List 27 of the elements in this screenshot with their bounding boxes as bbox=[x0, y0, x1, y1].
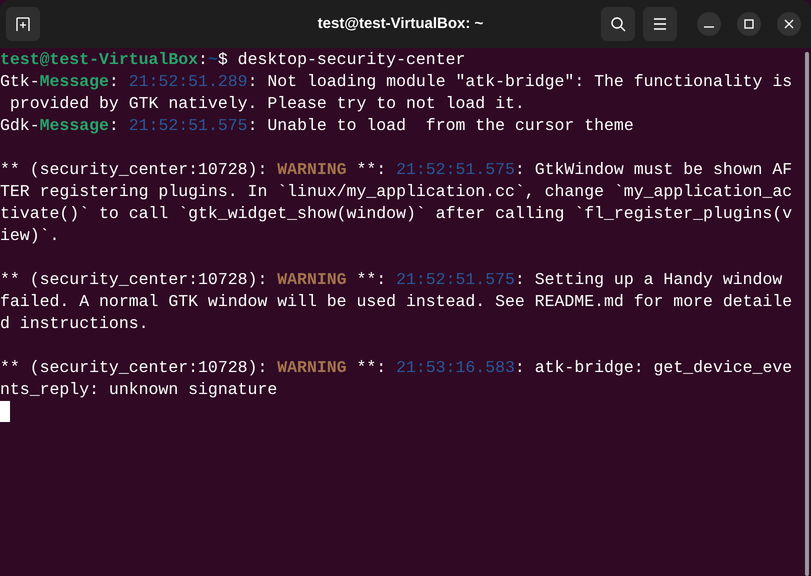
terminal-line: Gtk-Message: 21:52:51.289: Not loading module "atk-bridge": The functionality is bbox=[0, 72, 792, 91]
minimize-button[interactable] bbox=[697, 12, 721, 36]
maximize-icon bbox=[744, 19, 754, 29]
terminal-line: tivate()` to call `gtk_widget_show(window)` after calling `fl_register_plugins(v bbox=[0, 204, 792, 223]
menu-icon bbox=[653, 18, 667, 30]
search-button[interactable] bbox=[601, 7, 635, 41]
terminal-line: ** (security_center:10728): WARNING **: 21:52:51.575: Setting up a Handy window bbox=[0, 270, 782, 289]
terminal-line: TER registering plugins. In `linux/my_application.cc`, change `my_application_ac bbox=[0, 182, 792, 201]
new-tab-icon bbox=[15, 16, 31, 32]
close-button[interactable] bbox=[777, 12, 801, 36]
window-title: test@test-VirtualBox: ~ bbox=[318, 14, 484, 34]
terminal-line: failed. A normal GTK window will be used instead. See README.md for more detaile bbox=[0, 292, 792, 311]
terminal-line: Gdk-Message: 21:52:51.575: Unable to load from the cursor theme bbox=[0, 116, 634, 135]
terminal-line: test@test-VirtualBox:~$ desktop-security-center bbox=[0, 50, 466, 69]
minimize-icon bbox=[704, 26, 714, 28]
terminal-line: nts_reply: unknown signature bbox=[0, 380, 278, 399]
terminal-line: iew)`. bbox=[0, 226, 60, 245]
close-icon bbox=[784, 19, 794, 29]
terminal-line: ** (security_center:10728): WARNING **: 21:53:16.583: atk-bridge: get_device_eve bbox=[0, 358, 792, 377]
terminal-line: d instructions. bbox=[0, 314, 149, 333]
terminal-line: ** (security_center:10728): WARNING **: 21:52:51.575: GtkWindow must be shown AF bbox=[0, 160, 792, 179]
menu-button[interactable] bbox=[643, 7, 677, 41]
maximize-button[interactable] bbox=[737, 12, 761, 36]
search-icon bbox=[610, 16, 626, 32]
terminal-line: provided by GTK natively. Please try to not load it. bbox=[8, 94, 525, 113]
new-tab-button[interactable] bbox=[6, 7, 40, 41]
cursor bbox=[0, 401, 10, 422]
